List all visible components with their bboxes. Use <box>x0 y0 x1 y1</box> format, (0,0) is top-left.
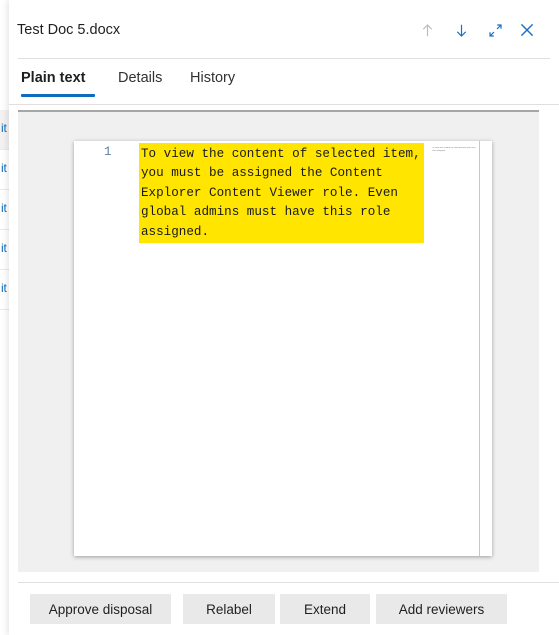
close-icon[interactable] <box>514 17 540 43</box>
document-preview-panel: Test Doc 5.docx Plain text Details Histo… <box>9 0 559 635</box>
tab-bar-divider <box>9 104 559 105</box>
page-margin-line <box>479 141 480 556</box>
tab-active-indicator <box>21 94 95 97</box>
approve-disposal-button[interactable]: Approve disposal <box>30 594 171 624</box>
relabel-button[interactable]: Relabel <box>183 594 275 624</box>
expand-icon[interactable] <box>482 17 508 43</box>
line-number: 1 <box>104 145 112 159</box>
list-item-edit-link[interactable]: it <box>1 161 7 175</box>
list-item-edit-link[interactable]: it <box>1 201 7 215</box>
header-divider <box>18 58 550 59</box>
panel-header: Test Doc 5.docx <box>9 0 559 57</box>
list-item-edit-link[interactable]: it <box>1 241 7 255</box>
list-item-edit-link[interactable]: it <box>1 121 7 135</box>
tab-details[interactable]: Details <box>118 70 162 86</box>
arrow-down-icon[interactable] <box>448 17 474 43</box>
tab-bar: Plain text Details History <box>9 62 559 104</box>
page-title: Test Doc 5.docx <box>17 22 121 38</box>
list-item-edit-link[interactable]: it <box>1 281 7 295</box>
tab-plain-text[interactable]: Plain text <box>21 70 85 86</box>
extend-button[interactable]: Extend <box>280 594 370 624</box>
arrow-up-icon[interactable] <box>414 17 440 43</box>
tab-history[interactable]: History <box>190 70 235 86</box>
document-page: 1 To view the content of selected item, … <box>74 141 492 556</box>
document-viewer[interactable]: 1 To view the content of selected item, … <box>18 110 539 572</box>
document-micro-text: To view the content of selected item you… <box>432 147 476 152</box>
add-reviewers-button[interactable]: Add reviewers <box>376 594 507 624</box>
document-body-text: To view the content of selected item, yo… <box>139 143 424 244</box>
panel-footer: Approve disposal Relabel Extend Add revi… <box>9 583 559 635</box>
